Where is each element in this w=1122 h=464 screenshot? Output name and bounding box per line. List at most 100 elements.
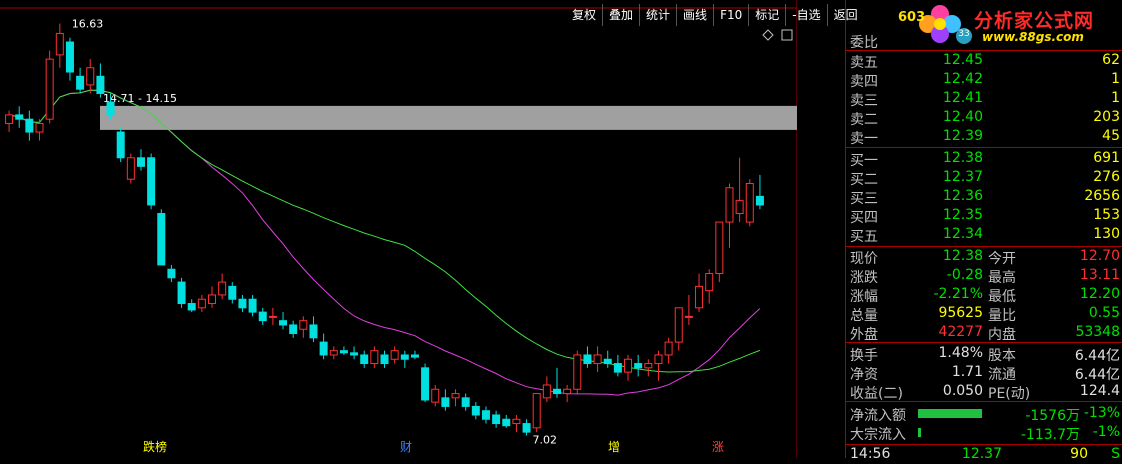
candle-body (684, 315, 693, 318)
toolbar-button-0[interactable]: 复权 (566, 4, 602, 26)
stat-value: 1.71 (951, 364, 983, 380)
candle-body (208, 294, 217, 305)
bid-row: 买四 12.35 153 (845, 207, 1122, 226)
event-marker: 财 (400, 440, 412, 454)
candle-body (461, 397, 470, 407)
bid-row-price: 12.38 (942, 150, 983, 166)
event-marker: 涨 (712, 439, 724, 454)
stat-value: 53348 (1075, 324, 1120, 340)
flow-bar (918, 409, 982, 418)
kline-chart[interactable]: 16.0015.0014.0013.0012.0011.0010.009.007… (0, 0, 797, 458)
stat-label: 收益(二) (850, 386, 903, 402)
stat-row: 净资 1.71 流通 6.44亿 (845, 364, 1122, 383)
ask-row-volume: 62 (1102, 52, 1120, 68)
stat-row: 总量 95625 量比 0.55 (845, 305, 1122, 324)
stat-row: 换手 1.48% 股本 6.44亿 (845, 345, 1122, 364)
ask-row-price: 12.39 (942, 128, 983, 144)
candle-body (654, 354, 663, 365)
stat-value: 13.11 (1079, 267, 1120, 283)
stat-value: 6.44亿 (1074, 348, 1120, 364)
stat-row: 收益(二) 0.050 PE(动) 124.4 (845, 383, 1122, 402)
bid-row: 买二 12.37 276 (845, 169, 1122, 188)
stat-value: 0.050 (942, 383, 983, 399)
toolbar-button-1[interactable]: 叠加 (602, 4, 639, 26)
bid-row-volume: 2656 (1084, 188, 1120, 204)
toolbar-button-6[interactable]: -自选 (785, 4, 826, 26)
candle-body (157, 212, 166, 266)
stat-label: 今开 (988, 251, 1016, 267)
separator (845, 444, 1122, 445)
toolbar-button-3[interactable]: 画线 (676, 4, 713, 26)
candle-body (532, 393, 541, 429)
ask-row: 卖二 12.40 203 (845, 109, 1122, 128)
ask-row-label: 卖四 (850, 74, 878, 90)
candle-body (624, 358, 633, 373)
stat-value: 0.55 (1088, 305, 1120, 321)
stat-label: 现价 (850, 251, 878, 267)
candle-body (360, 354, 369, 365)
toolbar-button-5[interactable]: 标记 (748, 4, 785, 26)
bid-row-volume: 276 (1093, 169, 1120, 185)
stat-value: 95625 (938, 305, 983, 321)
separator (845, 401, 1122, 402)
stat-value: -2.21% (933, 286, 983, 302)
stat-label: 涨跌 (850, 270, 878, 286)
ask-row-volume: 203 (1093, 109, 1120, 125)
candle-body (725, 187, 734, 223)
flow-row: 净流入额 -1576万 -13% (845, 405, 1122, 424)
candle-body (492, 414, 501, 425)
candle-body (512, 418, 521, 425)
candle-body (410, 354, 419, 358)
candle-body (481, 410, 490, 420)
candle-body (400, 354, 409, 360)
candle-body (441, 397, 450, 407)
stat-label: 换手 (850, 348, 878, 364)
weibi-row: 委比 (845, 32, 1122, 51)
tick-price: 12.37 (961, 446, 1002, 462)
separator (845, 147, 1122, 148)
stat-label: 净资 (850, 367, 878, 383)
candle-body (705, 273, 714, 292)
ask-row-price: 12.41 (942, 90, 983, 106)
stat-label: 外盘 (850, 327, 878, 343)
candle-body (563, 388, 572, 395)
candle-body (735, 200, 744, 214)
stat-label: 内盘 (988, 327, 1016, 343)
flow-percent: -1% (1092, 424, 1120, 440)
candle-body (309, 324, 318, 339)
candle-body (5, 114, 14, 124)
candle-body (695, 285, 704, 309)
candle-body (167, 268, 176, 279)
candle-body (289, 324, 298, 335)
candle-body (197, 298, 206, 309)
ask-row: 卖五 12.45 62 (845, 52, 1122, 71)
stat-label: 量比 (988, 308, 1016, 324)
kline-svg[interactable]: 16.0015.0014.0013.0012.0011.0010.009.007… (0, 0, 797, 458)
candle-body (745, 182, 754, 223)
flow-row: 大宗流入 -113.7万 -1% (845, 424, 1122, 443)
bid-row-volume: 130 (1093, 226, 1120, 242)
flow-label: 大宗流入 (850, 427, 906, 443)
quote-panel: 委比 卖五 12.45 62 卖四 12.42 1 卖三 12.41 1 卖二 12.40 203 卖一… (845, 0, 1122, 462)
candle-body (522, 423, 531, 433)
bid-row-volume: 691 (1093, 150, 1120, 166)
candle-body (339, 350, 348, 354)
toolbar-button-2[interactable]: 统计 (639, 4, 676, 26)
candle-body (116, 131, 125, 159)
separator (845, 50, 1122, 51)
candle-body (542, 384, 551, 399)
candle-body (593, 354, 602, 365)
flow-value: -113.7万 (1020, 427, 1080, 443)
tick-side: S (1111, 446, 1120, 462)
ask-row-price: 12.40 (942, 109, 983, 125)
ask-row-label: 卖五 (850, 55, 878, 71)
bid-row: 买一 12.38 691 (845, 150, 1122, 169)
candle-body (299, 320, 308, 330)
candle-body (25, 118, 34, 133)
stat-value: 124.4 (1079, 383, 1120, 399)
stat-value: 1.48% (938, 345, 983, 361)
toolbar-button-4[interactable]: F10 (713, 4, 748, 26)
stat-row: 现价 12.38 今开 12.70 (845, 248, 1122, 267)
bid-row-label: 买二 (850, 172, 878, 188)
ask-row: 卖四 12.42 1 (845, 71, 1122, 90)
